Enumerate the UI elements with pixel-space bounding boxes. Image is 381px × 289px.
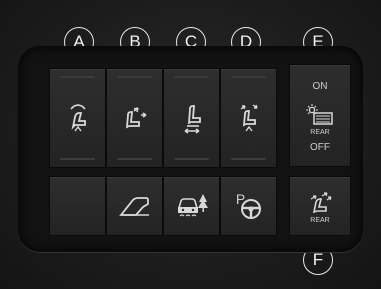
rear-seat-adjust-button[interactable]: REAR <box>289 176 351 236</box>
seat-tilt-icon <box>240 104 258 132</box>
park-steering-icon <box>240 199 261 220</box>
seat-slide-button[interactable] <box>163 68 220 168</box>
traction-button[interactable] <box>163 176 220 236</box>
hill-descent-icon <box>118 197 149 216</box>
approach-angle-button[interactable] <box>106 176 163 236</box>
blank-button[interactable] <box>49 176 106 236</box>
rear-seat-adjust-label: REAR <box>310 217 330 224</box>
seat-tilt-button[interactable] <box>220 68 277 168</box>
traction-control-icon <box>177 194 208 217</box>
rear-defrost-rear-label: REAR <box>310 129 330 136</box>
seat-slide-icon <box>184 105 201 134</box>
rear-defrost-off-label: OFF <box>310 142 330 153</box>
seat-recline-icon <box>125 107 146 129</box>
seat-lumbar-icon <box>69 104 86 132</box>
seat-lumbar-button[interactable] <box>49 68 106 168</box>
seat-recline-button[interactable] <box>106 68 163 168</box>
rear-defrost-button[interactable]: ON REAR OFF <box>289 64 351 167</box>
park-steering-button[interactable]: P <box>220 176 277 236</box>
rear-defrost-icon <box>306 104 333 125</box>
rear-seat-adjust-icon <box>310 191 332 213</box>
switch-panel: ON REAR OFF P REAR <box>18 46 363 252</box>
rear-defrost-on-label: ON <box>312 81 328 92</box>
switch-panel-scene: A B C D E F ON REAR OFF P REAR <box>0 0 381 289</box>
